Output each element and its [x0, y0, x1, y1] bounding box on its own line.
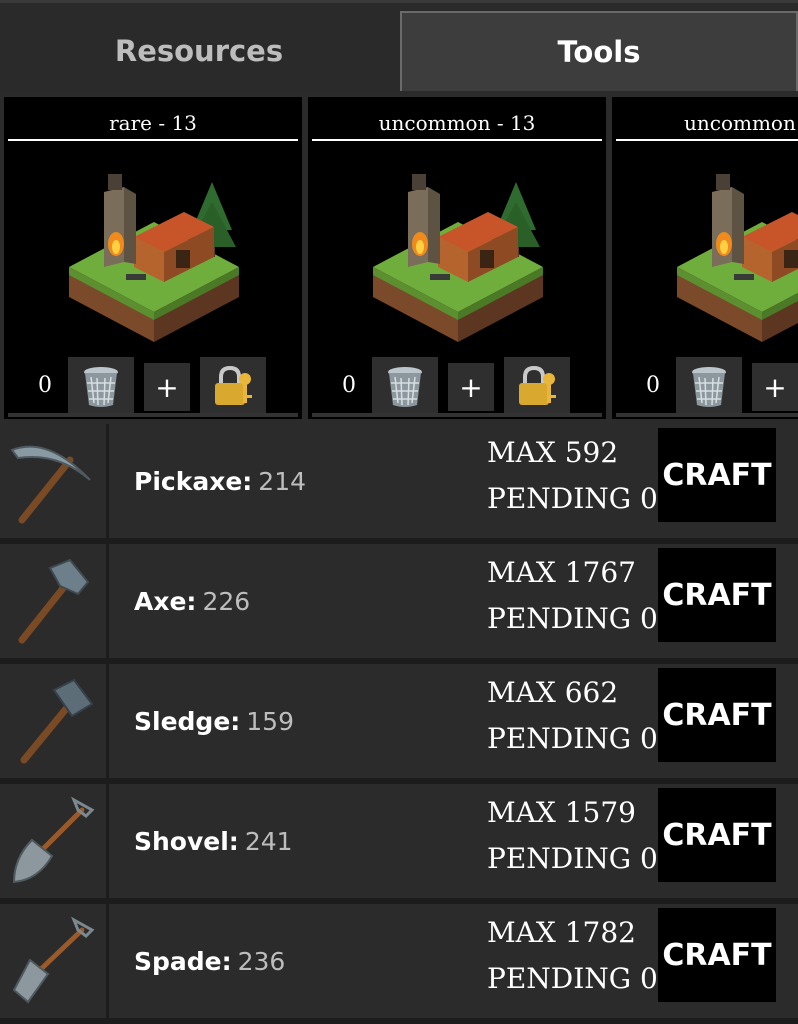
- pickaxe-icon: [10, 445, 91, 524]
- craft-button[interactable]: CRAFT: [658, 428, 776, 522]
- spade-icon: [12, 916, 95, 1004]
- building-controls: 0 +: [4, 355, 302, 417]
- tool-name: Shovel:: [134, 826, 239, 856]
- building-card[interactable]: uncommon - 13 0 +: [308, 97, 606, 419]
- tool-name: Axe:: [134, 586, 197, 616]
- tab-resources[interactable]: Resources: [0, 11, 398, 91]
- forge-building-icon: [677, 174, 798, 342]
- tool-icon-cell: [0, 424, 109, 538]
- tool-pending: PENDING 0: [487, 482, 658, 515]
- trash-button[interactable]: [676, 357, 742, 417]
- tool-label: Pickaxe: 214: [134, 424, 306, 538]
- tool-max: MAX 592: [487, 436, 619, 469]
- forge-building-icon: [69, 174, 239, 342]
- tool-count: 236: [237, 946, 286, 976]
- add-button[interactable]: +: [752, 363, 798, 411]
- tool-count: 214: [258, 466, 307, 496]
- card-divider: [312, 413, 602, 417]
- building-controls: 0 +: [612, 355, 798, 417]
- tool-pending: PENDING 0: [487, 722, 658, 755]
- trash-icon: [84, 367, 118, 407]
- add-button[interactable]: +: [144, 363, 190, 411]
- building-controls: 0 +: [308, 355, 606, 417]
- tool-count: 241: [244, 826, 293, 856]
- sledge-icon: [20, 678, 94, 764]
- building-card[interactable]: uncommon - 13 0 +: [612, 97, 798, 419]
- tool-row-axe: Axe: 226 MAX 1767 PENDING 0 CRAFT: [0, 544, 798, 664]
- tool-label: Sledge: 159: [134, 664, 294, 778]
- padlock-key-icon: [215, 365, 252, 405]
- tool-name: Pickaxe:: [134, 466, 253, 496]
- tool-max: MAX 1579: [487, 796, 636, 829]
- lock-button[interactable]: [200, 357, 266, 417]
- tool-pending: PENDING 0: [487, 602, 658, 635]
- axe-icon: [18, 558, 90, 644]
- tool-label: Axe: 226: [134, 544, 250, 658]
- trash-icon: [388, 367, 422, 407]
- card-divider: [616, 413, 798, 417]
- tool-count: 159: [246, 706, 294, 736]
- building-title: uncommon - 13: [616, 111, 798, 141]
- tool-name: Spade:: [134, 946, 232, 976]
- tool-pending: PENDING 0: [487, 962, 658, 995]
- craft-button[interactable]: CRAFT: [658, 788, 776, 882]
- trash-button[interactable]: [372, 357, 438, 417]
- tool-stats: MAX 592 PENDING 0: [487, 430, 658, 522]
- tool-pending: PENDING 0: [487, 842, 658, 875]
- tool-max: MAX 662: [487, 676, 619, 709]
- building-count: 0: [646, 373, 660, 398]
- tool-stats: MAX 662 PENDING 0: [487, 670, 658, 762]
- tool-name: Sledge:: [134, 706, 241, 736]
- tool-row-spade: Spade: 236 MAX 1782 PENDING 0 CRAFT: [0, 904, 798, 1024]
- tool-label: Spade: 236: [134, 904, 285, 1018]
- tab-tools[interactable]: Tools: [400, 11, 798, 91]
- tool-stats: MAX 1579 PENDING 0: [487, 790, 658, 882]
- building-strip[interactable]: rare - 13 0 + uncommon - 13 0 + uncommon…: [0, 92, 798, 424]
- tool-row-sledge: Sledge: 159 MAX 662 PENDING 0 CRAFT: [0, 664, 798, 784]
- tool-label: Shovel: 241: [134, 784, 293, 898]
- tool-row-pickaxe: Pickaxe: 214 MAX 592 PENDING 0 CRAFT: [0, 424, 798, 544]
- tool-icon-cell: [0, 664, 109, 778]
- tool-stats: MAX 1782 PENDING 0: [487, 910, 658, 1002]
- tool-max: MAX 1782: [487, 916, 636, 949]
- card-divider: [8, 413, 298, 417]
- building-title: rare - 13: [8, 111, 298, 141]
- craft-button[interactable]: CRAFT: [658, 548, 776, 642]
- tool-icon-cell: [0, 904, 109, 1018]
- tool-count: 226: [202, 586, 251, 616]
- add-button[interactable]: +: [448, 363, 494, 411]
- building-count: 0: [38, 373, 52, 398]
- tool-stats: MAX 1767 PENDING 0: [487, 550, 658, 642]
- craft-button[interactable]: CRAFT: [658, 908, 776, 1002]
- padlock-key-icon: [519, 365, 556, 405]
- craft-button[interactable]: CRAFT: [658, 668, 776, 762]
- tab-bar: Resources Tools: [0, 0, 798, 92]
- tool-icon-cell: [0, 544, 109, 658]
- lock-button[interactable]: [504, 357, 570, 417]
- trash-icon: [692, 367, 726, 407]
- building-title: uncommon - 13: [312, 111, 602, 141]
- shovel-icon: [12, 796, 95, 884]
- forge-building-icon: [373, 174, 543, 342]
- tool-row-shovel: Shovel: 241 MAX 1579 PENDING 0 CRAFT: [0, 784, 798, 904]
- tool-icon-cell: [0, 784, 109, 898]
- trash-button[interactable]: [68, 357, 134, 417]
- building-count: 0: [342, 373, 356, 398]
- building-card[interactable]: rare - 13 0 +: [4, 97, 302, 419]
- tool-max: MAX 1767: [487, 556, 636, 589]
